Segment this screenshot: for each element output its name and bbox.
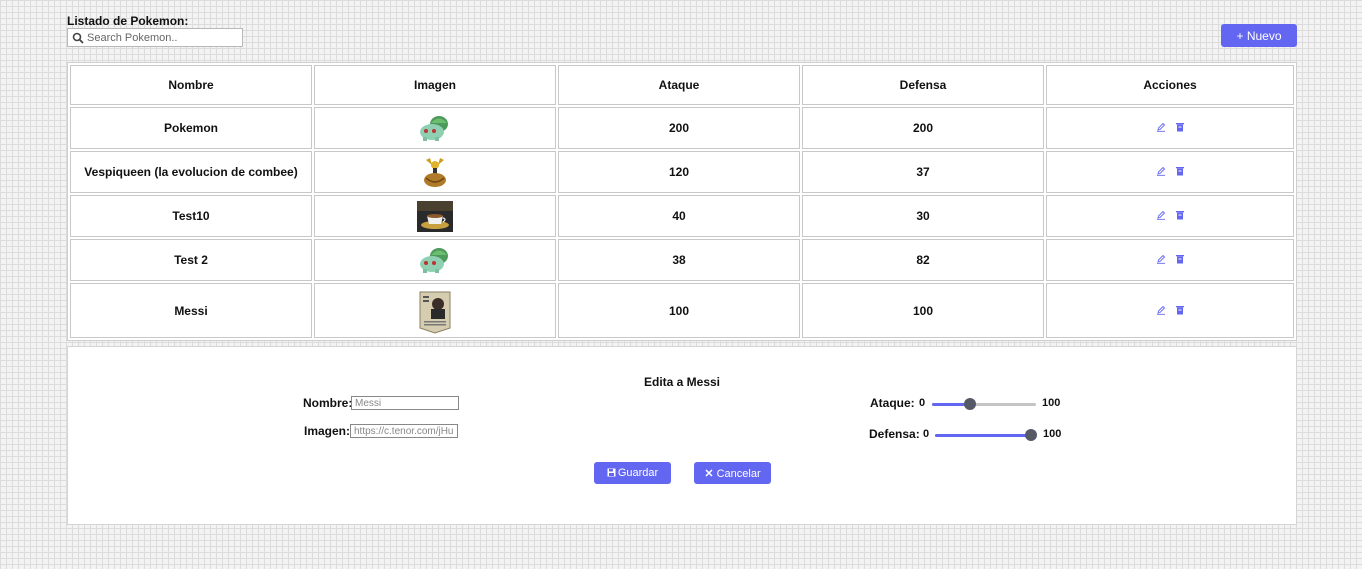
cell-acciones [1046,151,1294,193]
cell-acciones [1046,195,1294,237]
save-button[interactable]: Guardar [594,462,671,484]
imagen-input[interactable] [350,424,458,438]
edit-panel: Edita a Messi Nombre: Imagen: Ataque: 0 … [67,346,1297,525]
save-icon [607,468,616,477]
cell-imagen [314,151,556,193]
cell-defensa: 37 [802,151,1044,193]
cell-imagen [314,107,556,149]
cell-defensa: 30 [802,195,1044,237]
cell-imagen [314,195,556,237]
coffee-cup-image [417,200,453,232]
ataque-slider[interactable] [932,398,1036,410]
column-header-defensa: Defensa [802,65,1044,105]
ataque-slider-thumb[interactable] [964,398,977,410]
page-title: Listado de Pokemon: [67,14,189,28]
cell-nombre: Vespiqueen (la evolucion de combee) [70,151,312,193]
table-row: Test 2 38 82 [70,239,1294,281]
delete-icon[interactable] [1175,166,1185,176]
cell-imagen [314,239,556,281]
defensa-slider[interactable] [935,429,1037,441]
bulbasaur-image [420,248,448,273]
cancel-button[interactable]: ✕ Cancelar [694,462,771,484]
defensa-label: Defensa: [869,427,920,441]
column-header-imagen: Imagen [314,65,556,105]
cell-defensa: 82 [802,239,1044,281]
cell-ataque: 200 [558,107,800,149]
edit-icon[interactable] [1156,210,1166,220]
cell-nombre: Test10 [70,195,312,237]
ataque-max: 100 [1042,397,1061,409]
close-icon: ✕ [704,467,714,480]
imagen-label: Imagen: [304,424,351,438]
cell-nombre: Pokemon [70,107,312,149]
table-header-row: Nombre Imagen Ataque Defensa Acciones [70,65,1294,105]
delete-icon[interactable] [1175,122,1185,132]
edit-icon[interactable] [1156,122,1166,132]
cell-imagen [314,283,556,338]
cell-ataque: 40 [558,195,800,237]
ataque-label: Ataque: [870,396,915,410]
table-row: Pokemon 200 200 [70,107,1294,149]
delete-icon[interactable] [1175,254,1185,264]
cell-acciones [1046,239,1294,281]
defensa-slider-thumb[interactable] [1025,429,1037,441]
table-row: Messi 100 100 [70,283,1294,338]
defensa-max: 100 [1043,428,1062,440]
column-header-ataque: Ataque [558,65,800,105]
defensa-slider-fill [935,434,1031,437]
ataque-min: 0 [919,397,926,409]
cell-ataque: 38 [558,239,800,281]
pokemon-table: Nombre Imagen Ataque Defensa Acciones Po… [67,62,1297,341]
edit-icon[interactable] [1156,305,1166,315]
defensa-min: 0 [923,428,930,440]
cell-nombre: Test 2 [70,239,312,281]
cell-acciones [1046,107,1294,149]
cell-defensa: 200 [802,107,1044,149]
bulbasaur-image [420,116,448,141]
vespiqueen-image [424,158,446,187]
table-row: Test10 40 30 [70,195,1294,237]
nombre-input[interactable] [351,396,459,410]
new-pokemon-button[interactable]: + Nuevo [1221,24,1297,47]
cell-defensa: 100 [802,283,1044,338]
save-button-label: Guardar [617,467,659,479]
edit-icon[interactable] [1156,254,1166,264]
cell-ataque: 120 [558,151,800,193]
cell-nombre: Messi [70,283,312,338]
cell-ataque: 100 [558,283,800,338]
search-input[interactable] [87,30,237,45]
messi-card-image [419,291,451,334]
edit-icon[interactable] [1156,166,1166,176]
nombre-label: Nombre: [303,396,353,410]
cancel-button-label: Cancelar [716,467,761,480]
column-header-acciones: Acciones [1046,65,1294,105]
delete-icon[interactable] [1175,210,1185,220]
edit-title: Edita a Messi [643,375,721,389]
cell-acciones [1046,283,1294,338]
search-icon [72,32,84,44]
search-box[interactable] [67,28,243,47]
column-header-nombre: Nombre [70,65,312,105]
delete-icon[interactable] [1175,305,1185,315]
table-row: Vespiqueen (la evolucion de combee) 120 … [70,151,1294,193]
